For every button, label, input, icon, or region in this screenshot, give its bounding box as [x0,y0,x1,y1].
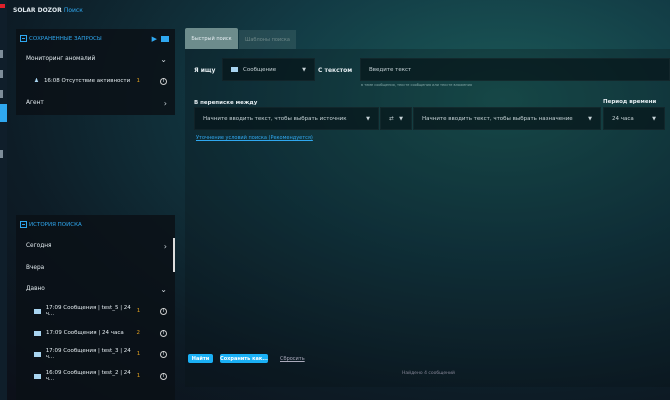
info-icon[interactable]: i [160,329,167,337]
nav-icon[interactable] [0,90,3,98]
query-text: 16:08 Отсутствие активности [43,78,131,84]
chevron-down-icon: ⌄ [160,54,167,64]
object-type-select[interactable]: Сообщение ▼ [222,58,315,81]
chevron-down-icon: ⌄ [160,284,167,294]
dropdown-arrow-icon: ▼ [302,66,306,73]
app-title: SOLAR DOZOR Поиск [13,7,83,14]
history-count: 1 [136,308,141,314]
history-text: 17:09 Сообщения | 24 часа [46,330,124,336]
direction-select[interactable]: ⇄ ▼ [380,107,412,130]
envelope-icon [34,308,41,314]
group-label: Агент [26,100,44,106]
group-label: Вчера [26,265,45,271]
history-count: 2 [136,330,141,336]
tab-search-templates[interactable]: Шаблоны поиска [239,30,296,49]
swap-icon: ⇄ [389,115,394,122]
find-button[interactable]: Найти [188,354,213,363]
object-type-value: Сообщение [243,66,277,73]
history-item[interactable]: 17:09 Сообщения | test_3 | 24 ч... 1 i [34,348,168,360]
info-icon[interactable]: i [160,307,168,315]
period-label: Период времени [603,99,657,105]
info-icon[interactable]: i [160,372,168,380]
search-form: Я ищу Сообщение ▼ С текстом Введите текст… [185,49,670,387]
destination-select[interactable]: Начните вводить текст, чтобы выбрать наз… [413,107,601,130]
history-title: ИСТОРИЯ ПОИСКА [29,221,82,228]
group-label: Мониторинг аномалий [26,56,96,62]
info-icon[interactable]: i [160,77,167,85]
history-text: 17:09 Сообщения | test_3 | 24 ч... [45,348,131,360]
history-count: 1 [136,373,141,379]
reset-link[interactable]: Сбросить [280,356,305,362]
group-label: Сегодня [26,243,52,249]
icon-rail [0,0,7,400]
chevron-right-icon: › [163,98,167,108]
envelope-icon [34,330,41,336]
dropdown-arrow-icon: ▼ [366,115,370,122]
scrollbar[interactable] [173,238,175,272]
between-label: В переписке между [194,100,258,106]
period-select[interactable]: 24 часа ▼ [603,107,665,130]
tab-quick-search[interactable]: Быстрый поиск [185,28,238,49]
group-label: Давно [26,286,45,292]
history-item[interactable]: 16:09 Сообщения | test_2 | 24 ч... 1 i [34,370,168,382]
logo-icon [0,4,5,8]
info-icon[interactable]: i [160,350,168,358]
section-name: Поиск [63,7,83,14]
period-value: 24 часа [612,115,634,122]
envelope-icon [34,351,41,357]
history-header[interactable]: ИСТОРИЯ ПОИСКА [20,221,82,228]
source-select[interactable]: Начните вводить текст, чтобы выбрать ист… [194,107,379,130]
nav-item-search-active[interactable] [0,104,7,122]
envelope-icon [231,67,238,72]
envelope-icon [34,373,41,379]
nav-icon[interactable] [0,70,3,78]
saved-query-item[interactable]: ♟ 16:08 Отсутствие активности 1 i [34,75,167,87]
chevron-right-icon: › [163,241,167,251]
history-text: 17:09 Сообщения | test_5 | 24 ч... [45,305,131,317]
collapse-icon[interactable] [20,35,27,42]
text-hint: в теме сообщения, тексте сообщения или т… [361,83,472,87]
saved-group-agent[interactable]: Агент › [26,97,167,109]
text-placeholder: Введите текст [369,66,412,73]
add-folder-icon[interactable] [161,36,169,42]
history-group-yesterday[interactable]: Вчера [26,262,167,274]
query-count: 1 [136,78,141,84]
history-item[interactable]: 17:09 Сообщения | 24 часа 2 i [34,327,167,339]
history-text: 16:09 Сообщения | test_2 | 24 ч... [45,370,131,382]
save-as-button[interactable]: Сохранить как... [220,354,268,363]
user-icon: ♟ [34,78,39,84]
history-count: 1 [136,351,141,357]
nav-icon[interactable] [0,50,3,58]
history-group-today[interactable]: Сегодня › [26,240,167,252]
dropdown-arrow-icon: ▼ [588,115,592,122]
run-icon[interactable]: ▶ [152,35,157,43]
nav-icon[interactable] [0,150,3,158]
dropdown-arrow-icon: ▼ [652,115,656,122]
text-input[interactable]: Введите текст [360,58,670,81]
saved-group-anomalies[interactable]: Мониторинг аномалий ⌄ [26,53,167,65]
text-label: С текстом [318,67,353,74]
history-item[interactable]: 17:09 Сообщения | test_5 | 24 ч... 1 i [34,305,168,317]
saved-queries-panel: СОХРАНЕННЫЕ ЗАПРОСЫ ▶ Мониторинг аномали… [16,29,175,115]
dropdown-arrow-icon: ▼ [399,115,403,122]
results-status: Найдено 4 сообщений [402,371,455,376]
seek-label: Я ищу [194,67,216,74]
source-placeholder: Начните вводить текст, чтобы выбрать ист… [203,115,347,122]
destination-placeholder: Начните вводить текст, чтобы выбрать наз… [422,115,573,122]
history-group-old[interactable]: Давно ⌄ [26,283,167,295]
refine-search-link[interactable]: Уточнение условий поиска (Рекомендуется) [196,135,313,141]
collapse-icon[interactable] [20,221,27,228]
search-history-panel: ИСТОРИЯ ПОИСКА Сегодня › Вчера Давно ⌄ 17:… [16,215,175,400]
saved-queries-title: СОХРАНЕННЫЕ ЗАПРОСЫ [29,35,102,42]
saved-queries-header[interactable]: СОХРАНЕННЫЕ ЗАПРОСЫ [20,35,102,42]
app-name: SOLAR DOZOR [13,7,62,14]
